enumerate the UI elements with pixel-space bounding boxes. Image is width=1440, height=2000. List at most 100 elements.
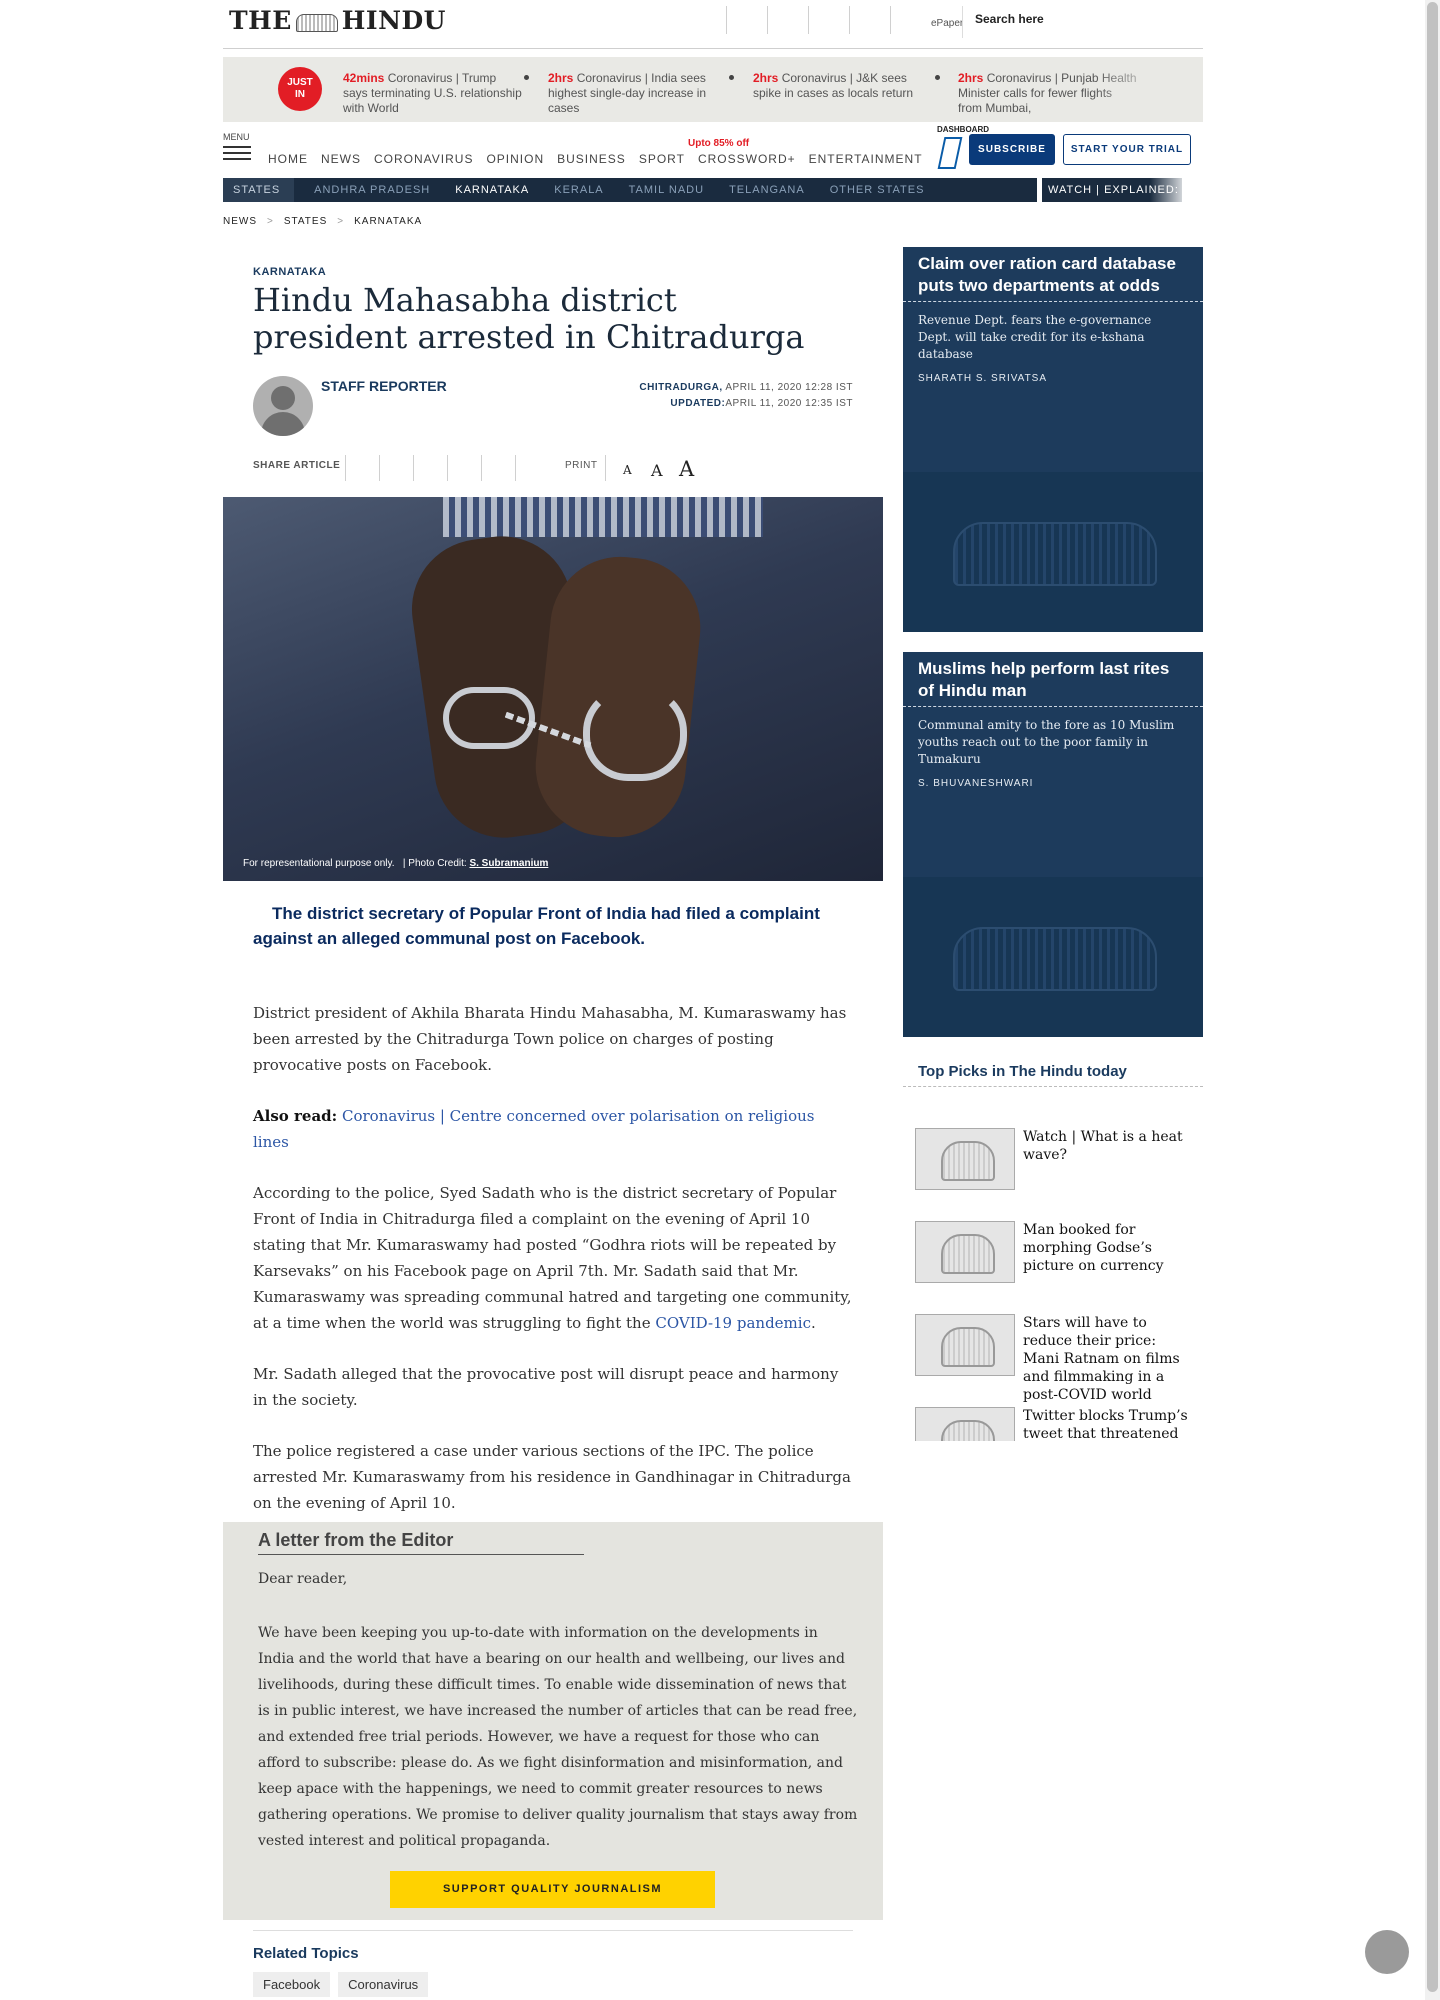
share-reddit-icon[interactable] — [515, 455, 516, 481]
pick-thumbnail — [915, 1407, 1015, 1441]
covid-link[interactable]: COVID-19 pandemic — [655, 1314, 811, 1332]
state-link[interactable]: TAMIL NADU — [629, 184, 704, 196]
story-byline: SHARATH S. SRIVATSA — [918, 373, 1048, 384]
share-twitter-icon[interactable] — [379, 455, 380, 481]
nav-link-coronavirus[interactable]: CORONAVIRUS — [374, 152, 473, 166]
site-logo[interactable]: THE HINDU — [229, 6, 446, 35]
crest-icon — [295, 13, 338, 32]
editor-letter-body: We have been keeping you up-to-date with… — [258, 1625, 858, 1849]
topic-tag[interactable]: Facebook — [253, 1972, 331, 1997]
pick-title: Man booked for morphing Godse’s picture … — [1023, 1222, 1164, 1274]
share-facebook-icon[interactable] — [345, 455, 346, 481]
print-button[interactable]: PRINT — [565, 460, 598, 471]
font-size-medium[interactable]: A — [651, 461, 663, 480]
state-link[interactable]: OTHER STATES — [830, 184, 925, 196]
font-size-large[interactable]: A — [679, 457, 695, 481]
subscribe-button[interactable]: SUBSCRIBE — [969, 134, 1055, 165]
story-thumbnail — [903, 472, 1203, 632]
ticker-separator — [935, 75, 940, 80]
sidebar-story-card[interactable]: Muslims help perform last rites of Hindu… — [903, 652, 1203, 1037]
epaper-link[interactable]: ePaper — [931, 18, 963, 29]
author-name[interactable]: STAFF REPORTER — [321, 378, 447, 394]
watch-fade — [1150, 178, 1190, 202]
start-trial-button[interactable]: START YOUR TRIAL — [1063, 134, 1191, 165]
topic-tag[interactable]: Coronavirus — [338, 1972, 429, 1997]
top-pick-item[interactable]: Watch | What is a heat wave? — [915, 1128, 1195, 1198]
search-input[interactable]: Search here — [962, 6, 1204, 38]
just-in-ticker: JUST IN 42mins Coronavirus | Trump says t… — [223, 57, 1203, 122]
photo-credit-link[interactable]: S. Subramanium — [469, 858, 548, 869]
nav-link-business[interactable]: BUSINESS — [557, 152, 626, 166]
scroll-to-top-button[interactable] — [1365, 1930, 1409, 1974]
breadcrumb-item[interactable]: NEWS — [223, 216, 257, 227]
story-title: Claim over ration card database puts two… — [903, 247, 1203, 302]
author-avatar — [253, 376, 313, 436]
story-description: Communal amity to the fore as 10 Muslim … — [918, 718, 1175, 766]
top-pick-item[interactable]: Stars will have to reduce their price: M… — [915, 1314, 1195, 1403]
scrollbar-thumb[interactable] — [1427, 2, 1438, 1992]
pick-thumbnail — [915, 1314, 1015, 1376]
also-read-link[interactable]: Coronavirus | Centre concerned over pola… — [253, 1107, 814, 1151]
top-picks-header: Top Picks in The Hindu today — [903, 1058, 1203, 1087]
page-scrollbar[interactable] — [1425, 0, 1440, 2000]
paragraph: According to the police, Syed Sadath who… — [253, 1184, 852, 1332]
state-link-active[interactable]: KARNATAKA — [455, 184, 529, 196]
share-linkedin-icon[interactable] — [413, 455, 414, 481]
state-link[interactable]: KERALA — [554, 184, 603, 196]
ticker-item[interactable]: 2hrs Coronavirus | J&K sees spike in cas… — [753, 71, 933, 101]
breadcrumb-item[interactable]: STATES — [284, 216, 327, 227]
editor-letter: A letter from the Editor Dear reader, We… — [223, 1522, 883, 1920]
pick-thumbnail — [915, 1128, 1015, 1190]
story-title: Muslims help perform last rites of Hindu… — [903, 652, 1203, 707]
nav-link-home[interactable]: HOME — [268, 152, 308, 166]
top-pick-item[interactable]: Man booked for morphing Godse’s picture … — [915, 1221, 1195, 1291]
story-byline: S. BHUVANESHWARI — [918, 778, 1034, 789]
story-thumbnail — [903, 877, 1203, 1037]
share-email-icon[interactable] — [481, 455, 482, 481]
menu-button[interactable]: MENU — [223, 132, 251, 160]
linkedin-icon[interactable] — [808, 6, 849, 34]
top-pick-item[interactable]: Twitter blocks Trump’s tweet that threat… — [915, 1407, 1195, 1441]
article-dateline: CHITRADURGA, APRIL 11, 2020 12:28 IST UP… — [639, 382, 853, 409]
editor-letter-title: A letter from the Editor — [258, 1530, 584, 1555]
ticker-separator — [729, 75, 734, 80]
ticker-item[interactable]: 42mins Coronavirus | Trump says terminat… — [343, 71, 523, 116]
pick-title: Twitter blocks Trump’s tweet that threat… — [1023, 1408, 1188, 1441]
ticker-fade — [1093, 57, 1203, 122]
paragraph: The police registered a case under vario… — [253, 1442, 851, 1512]
facebook-icon[interactable] — [726, 6, 767, 34]
instagram-icon[interactable] — [890, 6, 931, 34]
nav-link-opinion[interactable]: OPINION — [486, 152, 544, 166]
also-read: Also read: Coronavirus | Centre concerne… — [253, 1107, 815, 1151]
article-section[interactable]: KARNATAKA — [253, 266, 326, 278]
article-headline: Hindu Mahasabha district president arres… — [253, 281, 805, 356]
story-description: Revenue Dept. fears the e-governance Dep… — [918, 313, 1152, 361]
editor-letter-greeting: Dear reader, — [258, 1571, 348, 1587]
share-toolbar: SHARE ARTICLE PRINT A A A — [253, 455, 695, 481]
states-label[interactable]: STATES — [223, 178, 295, 202]
just-in-badge: JUST IN — [278, 67, 322, 111]
twitter-icon[interactable] — [767, 6, 808, 34]
nav-link-sport[interactable]: SPORT — [639, 152, 685, 166]
paragraph: District president of Akhila Bharata Hin… — [253, 1004, 847, 1074]
breadcrumb-item[interactable]: KARNATAKA — [354, 216, 422, 227]
support-journalism-button[interactable]: SUPPORT QUALITY JOURNALISM — [390, 1871, 715, 1908]
crest-icon — [953, 927, 1157, 991]
state-link[interactable]: ANDHRA PRADESH — [314, 184, 430, 196]
nav-link-entertainment[interactable]: ENTERTAINMENT — [809, 152, 923, 166]
breadcrumb: NEWS > STATES > KARNATAKA — [223, 216, 423, 227]
nav-link-crossword[interactable]: CROSSWORD+ — [698, 152, 796, 166]
site-header: THE HINDU ePaper Search here — [223, 0, 1203, 49]
article-lede: The district secretary of Popular Front … — [253, 904, 820, 948]
dashboard-icon[interactable] — [937, 137, 963, 169]
font-size-small[interactable]: A — [623, 463, 632, 477]
state-link[interactable]: TELANGANA — [729, 184, 805, 196]
nav-link-news[interactable]: NEWS — [321, 152, 361, 166]
article-body: District president of Akhila Bharata Hin… — [253, 1000, 853, 1541]
hamburger-icon — [223, 146, 251, 148]
share-whatsapp-icon[interactable] — [447, 455, 448, 481]
top-picks-title: Top Picks in The Hindu today — [918, 1063, 1127, 1080]
sidebar-story-card[interactable]: Claim over ration card database puts two… — [903, 247, 1203, 632]
youtube-icon[interactable] — [849, 6, 890, 34]
ticker-item[interactable]: 2hrs Coronavirus | India sees highest si… — [548, 71, 728, 116]
